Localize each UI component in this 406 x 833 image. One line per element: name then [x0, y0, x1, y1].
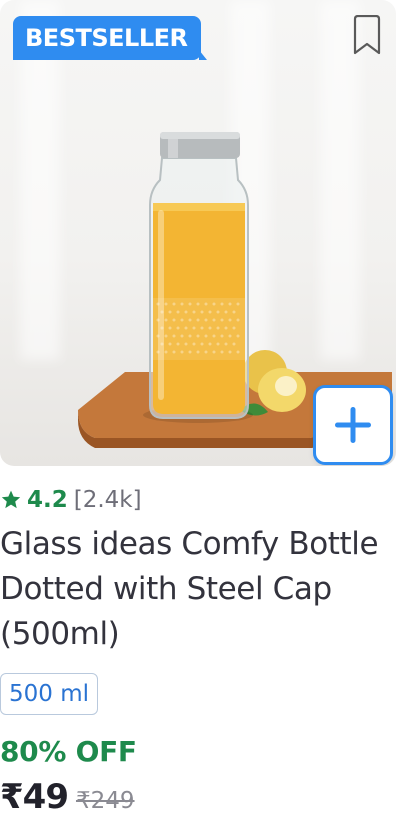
price-row: ₹49 ₹249 — [0, 777, 135, 817]
selling-price: ₹49 — [0, 777, 69, 817]
bookmark-icon[interactable] — [352, 15, 382, 55]
product-image-container[interactable]: BESTSELLER — [0, 0, 396, 466]
product-title[interactable]: Glass ideas Comfy Bottle Dotted with Ste… — [0, 522, 400, 657]
star-icon — [1, 490, 21, 509]
bestseller-badge: BESTSELLER — [13, 16, 208, 60]
plus-icon — [335, 407, 371, 443]
product-card[interactable]: BESTSELLER 4.2 [2.4k] Glass ideas Comfy … — [0, 0, 406, 833]
apple-slice-inner — [275, 376, 297, 396]
rating-value: 4.2 — [27, 487, 68, 513]
rating-count: [2.4k] — [73, 487, 142, 513]
steel-cap-top — [160, 132, 240, 139]
glass-highlight — [158, 210, 164, 400]
juice-surface — [153, 203, 245, 211]
steel-cap-shine — [168, 139, 178, 158]
discount-label: 80% OFF — [0, 735, 137, 768]
add-to-cart-button[interactable] — [313, 385, 393, 465]
rating: 4.2 [2.4k] — [0, 484, 142, 516]
original-price: ₹249 — [75, 788, 135, 814]
dotted-band — [153, 298, 245, 360]
variant-selector[interactable]: 500 ml — [0, 673, 99, 715]
